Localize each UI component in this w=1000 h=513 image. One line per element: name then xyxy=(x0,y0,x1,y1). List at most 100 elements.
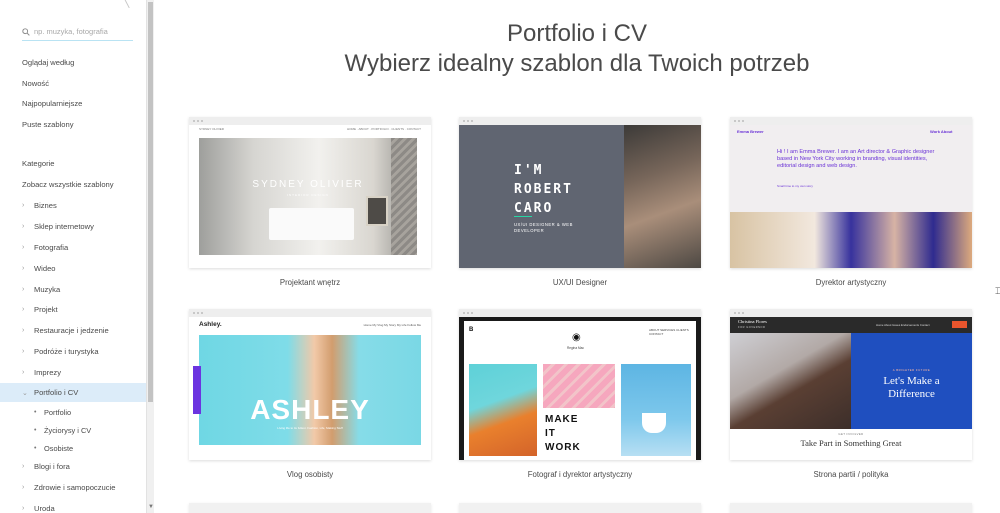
preview-cup-image xyxy=(621,364,691,456)
category-label: Fotografia xyxy=(34,243,69,252)
preview-headline-line: Difference xyxy=(888,388,935,400)
template-card-political[interactable]: Christina Flores FOR GOVERNOR Home About… xyxy=(730,309,972,460)
cursor-caret-icon: ⌶ xyxy=(995,286,1000,296)
chevron-right-icon: › xyxy=(22,306,25,313)
category-online-store[interactable]: › Sklep internetowy xyxy=(22,222,94,231)
preview-headline-line: IT xyxy=(545,428,556,439)
preview-hero-subtitle: INTERIOR DESIGN xyxy=(287,193,329,197)
preview-links: Work About xyxy=(930,129,953,134)
template-label[interactable]: Vlog osobisty xyxy=(189,470,431,479)
category-restaurants[interactable]: › Restauracje i jedzenie xyxy=(22,326,109,335)
preview-portrait-image xyxy=(469,364,537,456)
scrollbar-thumb[interactable] xyxy=(148,2,153,402)
template-label[interactable]: Dyrektor artystyczny xyxy=(730,278,972,287)
category-beauty[interactable]: › Uroda xyxy=(22,504,55,513)
preview-tagline: UX/UI DESIGNER & WEB DEVELOPER xyxy=(514,222,573,234)
all-templates-link[interactable]: Zobacz wszystkie szablony xyxy=(22,180,114,189)
template-label[interactable]: UX/UI Designer xyxy=(459,278,701,287)
chevron-right-icon: › xyxy=(22,202,25,209)
template-label[interactable]: Strona partii / polityka xyxy=(730,470,972,479)
scroll-down-arrow-icon[interactable]: ▼ xyxy=(148,504,154,510)
preview-small-text: Small time to my own story xyxy=(777,184,813,188)
browser-chrome xyxy=(730,117,972,125)
template-card-art-director[interactable]: Emma Brewer Work About Hi ! I am Emma Br… xyxy=(730,117,972,268)
sidebar-scrollbar[interactable]: ▼ xyxy=(146,0,154,513)
chevron-right-icon: › xyxy=(22,223,25,230)
template-card-interior-designer[interactable]: SYDNEY OLIVIER HOME · ABOUT · PORTFOLIO … xyxy=(189,117,431,268)
category-label: Zdrowie i samopoczucie xyxy=(34,483,116,492)
preview-headline-line: MAKE xyxy=(545,414,579,425)
preview-section-title: Take Part in Something Great xyxy=(800,438,902,448)
subcategory-label: Życiorysy i CV xyxy=(44,426,92,435)
preview-intro-text: Hi ! I am Emma Brewer. I am an Art direc… xyxy=(777,149,935,169)
category-label: Sklep internetowy xyxy=(34,222,94,231)
bullet-icon: • xyxy=(34,445,37,452)
search-box[interactable] xyxy=(22,23,133,41)
preview-headline-line: Let's Make a xyxy=(883,375,940,387)
category-label: Restauracje i jedzenie xyxy=(34,326,109,335)
search-icon xyxy=(22,27,30,36)
category-video[interactable]: › Wideo xyxy=(22,264,56,273)
preview-gallery-images xyxy=(730,212,972,268)
bullet-icon: • xyxy=(34,409,37,416)
subcategory-portfolio[interactable]: • Portfolio xyxy=(34,408,71,417)
preview-links: Home My Vlog My Story My Life Follow Me xyxy=(363,322,421,327)
chevron-right-icon: › xyxy=(22,463,25,470)
preview-cup xyxy=(642,413,666,433)
template-card-next[interactable] xyxy=(730,503,972,513)
category-label: Biznes xyxy=(34,201,57,210)
preview-eyebrow: A BRIGHTER FUTURE xyxy=(892,368,931,372)
page-title: Portfolio i CV xyxy=(506,20,648,47)
template-card-personal-vlog[interactable]: Ashley. Home My Vlog My Story My Life Fo… xyxy=(189,309,431,460)
preview-portrait-image xyxy=(730,333,851,429)
subcategory-resumes[interactable]: • Życiorysy i CV xyxy=(34,426,91,435)
preview-links: ABOUT SERVICES CLIENTS CONTACT xyxy=(649,328,689,336)
preview-picture-frame xyxy=(366,196,388,226)
category-events[interactable]: › Imprezy xyxy=(22,368,61,377)
category-portfolio-cv[interactable]: ⌄ Portfolio i CV xyxy=(22,388,78,397)
preview-portrait-image xyxy=(624,125,701,268)
search-input[interactable] xyxy=(34,27,129,36)
preview-logo: Ashley. xyxy=(199,321,222,328)
category-label: Projekt xyxy=(34,305,58,314)
category-label: Imprezy xyxy=(34,368,62,377)
template-card-next[interactable] xyxy=(459,503,701,513)
preview-tagline-line: DEVELOPER xyxy=(514,228,545,233)
preview-links: Home About Issues Endorsements Contact xyxy=(876,323,930,327)
template-card-photographer[interactable]: B ABOUT SERVICES CLIENTS CONTACT ◉ Regin… xyxy=(459,309,701,460)
template-card-ux-ui-designer[interactable]: I'M ROBERT CARO UX/UI DESIGNER & WEB DEV… xyxy=(459,117,701,268)
preview-headline: MAKE IT WORK xyxy=(545,413,581,455)
preview-tagline: Living life to its fullest. Fashion, Lif… xyxy=(277,426,343,430)
chevron-right-icon: › xyxy=(22,244,25,251)
template-card-next[interactable] xyxy=(189,503,431,513)
close-icon[interactable]: ╲ xyxy=(122,0,129,8)
category-business[interactable]: › Biznes xyxy=(22,201,57,210)
browse-popular-link[interactable]: Najpopularniejsze xyxy=(22,99,82,108)
browse-new-link[interactable]: Nowość xyxy=(22,79,49,88)
preview-logo: Christina Flores xyxy=(738,319,767,324)
page-subtitle: Wybierz idealny szablon dla Twoich potrz… xyxy=(344,50,810,77)
browser-chrome xyxy=(459,117,701,125)
sidebar: ╲ Oglądaj według Nowość Najpopularniejsz… xyxy=(0,0,146,513)
browse-blank-link[interactable]: Puste szablony xyxy=(22,120,74,129)
preview-nav: SYDNEY OLIVIER HOME · ABOUT · PORTFOLIO … xyxy=(189,125,431,133)
chevron-right-icon: › xyxy=(22,327,25,334)
preview-logo: B xyxy=(469,327,474,333)
template-label[interactable]: Fotograf i dyrektor artystyczny xyxy=(459,470,701,479)
subcategory-label: Portfolio xyxy=(44,408,72,417)
category-blogs[interactable]: › Blogi i fora xyxy=(22,462,70,471)
category-travel[interactable]: › Podróże i turystyka xyxy=(22,347,99,356)
category-music[interactable]: › Muzyka xyxy=(22,285,60,294)
preview-hero-line: I'M xyxy=(514,163,544,178)
bullet-icon: • xyxy=(34,427,37,434)
subcategory-personal[interactable]: • Osobiste xyxy=(34,444,73,453)
template-label[interactable]: Projektant wnętrz xyxy=(189,278,431,287)
preview-logo: Emma Brewer xyxy=(737,129,764,134)
category-photography[interactable]: › Fotografia xyxy=(22,243,68,252)
preview-headline-line: WORK xyxy=(545,442,581,453)
preview-hero-name: ASHLEY xyxy=(250,394,370,425)
subcategory-label: Osobiste xyxy=(44,444,74,453)
category-health[interactable]: › Zdrowie i samopoczucie xyxy=(22,483,115,492)
preview-nav: Ashley. Home My Vlog My Story My Life Fo… xyxy=(199,321,421,328)
category-design[interactable]: › Projekt xyxy=(22,305,58,314)
